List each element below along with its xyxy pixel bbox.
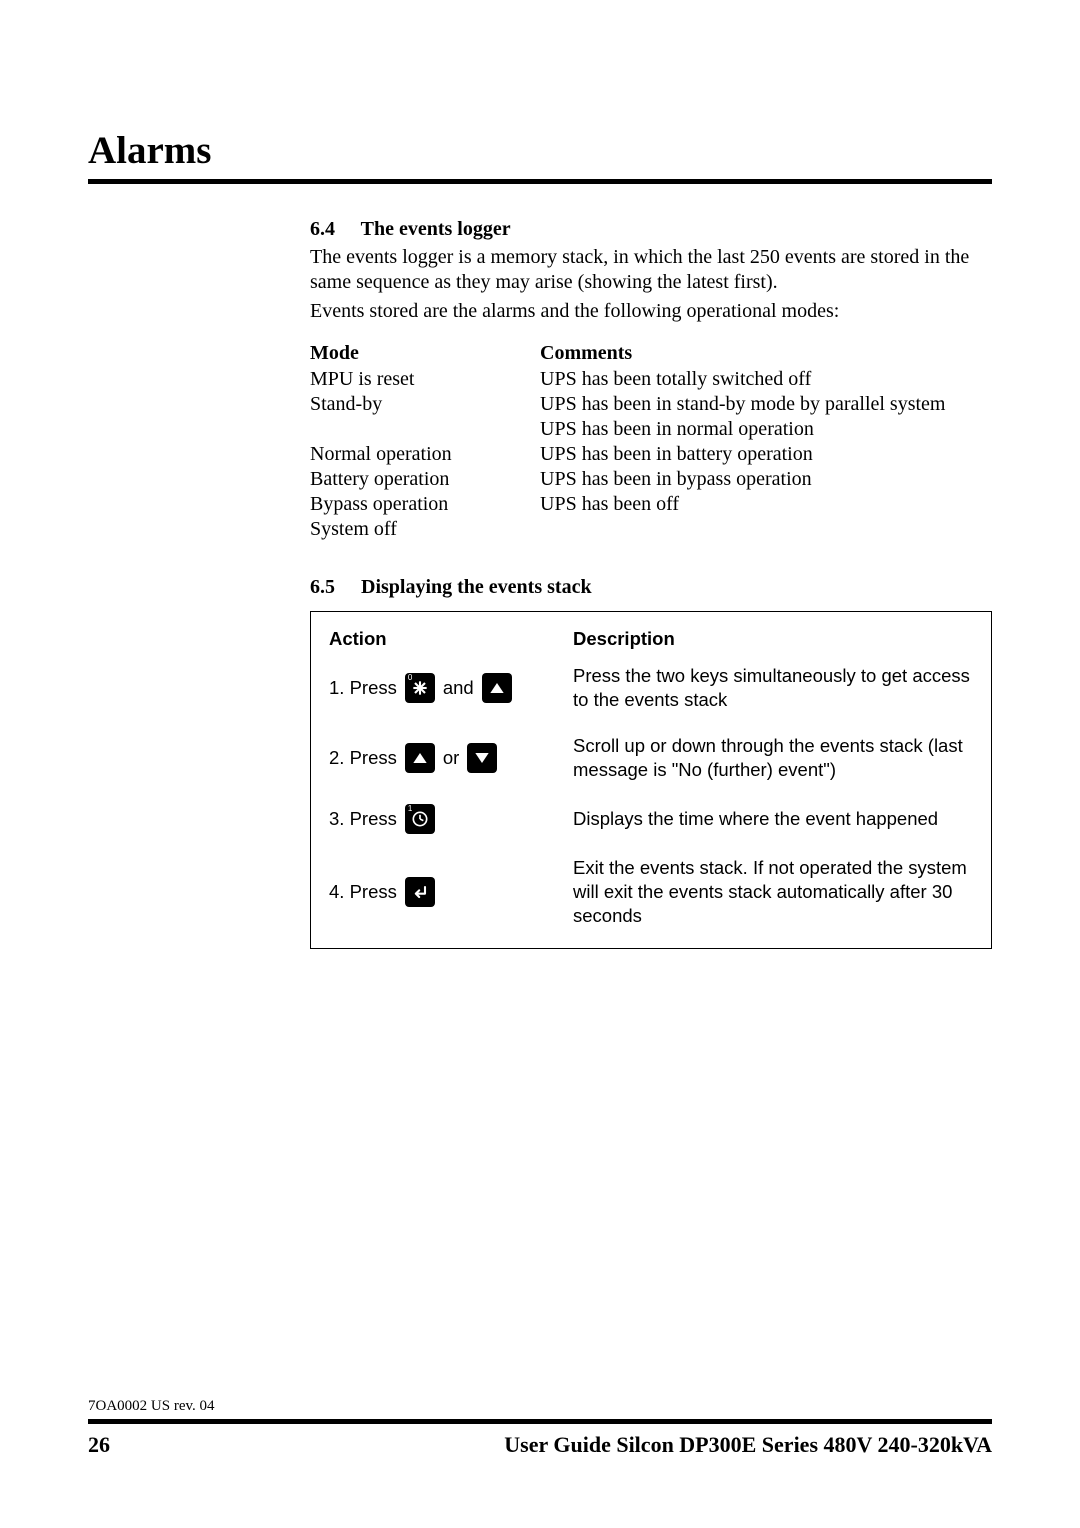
mode-table: Mode MPU is reset Stand-by Normal operat… (310, 342, 992, 542)
page-footer: 7OA0002 US rev. 04 26 User Guide Silcon … (88, 1398, 992, 1458)
comment-cell: UPS has been totally switched off (540, 367, 992, 392)
section-title: The events logger (361, 218, 511, 240)
comment-cell: UPS has been in stand-by mode by paralle… (540, 392, 992, 417)
action-label: 1. Press (329, 677, 397, 699)
mode-cell: Stand-by (310, 392, 540, 417)
description-cell: Displays the time where the event happen… (573, 807, 973, 831)
section-number: 6.4 (310, 218, 356, 241)
comments-col-header: Comments (540, 342, 992, 365)
description-cell: Exit the events stack. If not operated t… (573, 856, 973, 928)
action-col-header: Action (329, 628, 573, 650)
enter-key-icon (405, 877, 435, 907)
page-number: 26 (88, 1432, 110, 1458)
action-label: 4. Press (329, 881, 397, 903)
table-row: 3. Press 1 Displays the time where the e… (329, 804, 973, 834)
comment-cell: UPS has been in bypass operation (540, 467, 992, 492)
body-content: 6.4 The events logger The events logger … (310, 218, 992, 949)
events-stack-table: Action Description 1. Press 0 and (310, 611, 992, 949)
mode-cell: Normal operation (310, 442, 540, 467)
section-number: 6.5 (310, 576, 356, 599)
section-6-4-heading: 6.4 The events logger (310, 218, 992, 241)
mode-cell (310, 417, 540, 442)
page: Alarms 6.4 The events logger The events … (0, 0, 1080, 1528)
clock-1-key-icon: 1 (405, 804, 435, 834)
comment-cell: UPS has been in normal operation (540, 417, 992, 442)
footer-rule (88, 1419, 992, 1424)
table-row: 1. Press 0 and Press the two keys simult… (329, 664, 973, 712)
guide-title: User Guide Silcon DP300E Series 480V 240… (504, 1432, 992, 1458)
action-label: 2. Press (329, 747, 397, 769)
header-rule (88, 179, 992, 184)
mode-cell: System off (310, 517, 540, 542)
section-6-4-para2: Events stored are the alarms and the fol… (310, 299, 992, 324)
mode-cell: Battery operation (310, 467, 540, 492)
asterisk-0-key-icon: 0 (405, 673, 435, 703)
mode-cell: Bypass operation (310, 492, 540, 517)
mode-col-header: Mode (310, 342, 540, 365)
comment-cell: UPS has been off (540, 492, 992, 517)
up-key-icon (405, 743, 435, 773)
section-6-4-para1: The events logger is a memory stack, in … (310, 245, 992, 295)
up-key-icon (482, 673, 512, 703)
table-row: 4. Press Exit the events stack. If not o… (329, 856, 973, 928)
description-col-header: Description (573, 628, 973, 650)
section-title: Displaying the events stack (361, 576, 592, 598)
conj: or (443, 747, 459, 769)
down-key-icon (467, 743, 497, 773)
action-label: 3. Press (329, 808, 397, 830)
description-cell: Press the two keys simultaneously to get… (573, 664, 973, 712)
chapter-title: Alarms (88, 128, 992, 173)
description-cell: Scroll up or down through the events sta… (573, 734, 973, 782)
section-6-5-heading: 6.5 Displaying the events stack (310, 576, 992, 599)
conj: and (443, 677, 474, 699)
comment-cell: UPS has been in battery operation (540, 442, 992, 467)
doc-revision: 7OA0002 US rev. 04 (88, 1398, 992, 1415)
mode-cell: MPU is reset (310, 367, 540, 392)
table-row: 2. Press or Scroll up or down through th… (329, 734, 973, 782)
